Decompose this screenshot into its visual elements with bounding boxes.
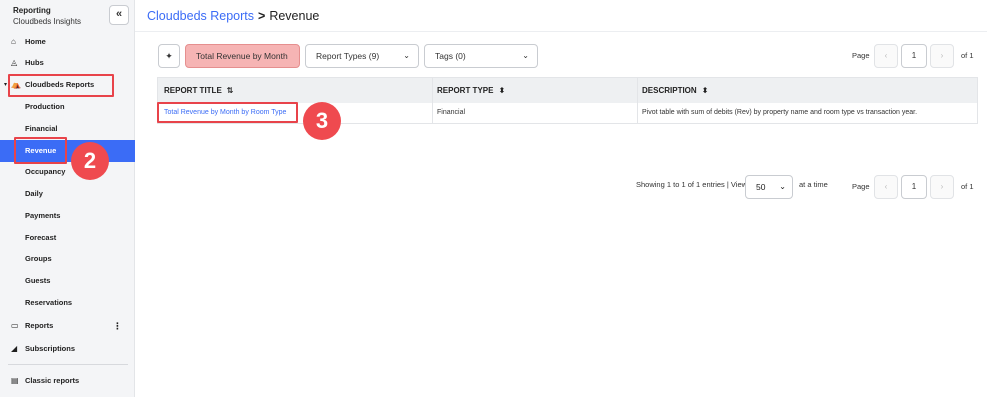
reports-icon: ▭ [11, 321, 19, 330]
app-title: Reporting [13, 6, 51, 15]
sidebar-item-financial[interactable]: Financial [0, 118, 135, 140]
sidebar-item-label: Cloudbeds Reports [25, 80, 95, 89]
sidebar-item-occupancy[interactable]: Occupancy [0, 161, 135, 183]
header-divider [135, 31, 987, 32]
column-header-report-title[interactable]: REPORT TITLE ⇅ [164, 78, 233, 103]
chevron-down-icon: ⌄ [522, 51, 529, 60]
breadcrumb: Cloudbeds Reports > Revenue [147, 9, 319, 23]
pagination-top: Page ‹ 1 › of 1 [852, 44, 982, 68]
sidebar-item-label: Reservations [25, 298, 73, 307]
sidebar-item-label: Subscriptions [25, 344, 76, 353]
column-header-description[interactable]: DESCRIPTION ⬍ [642, 78, 708, 103]
sidebar-item-label: Home [25, 37, 46, 46]
per-page-value: 50 [756, 182, 766, 192]
next-page-button[interactable]: › [930, 175, 954, 199]
column-header-report-type[interactable]: REPORT TYPE ⬍ [437, 78, 505, 103]
sidebar-item-label: Financial [25, 124, 58, 133]
page-label: Page [852, 51, 870, 60]
sidebar-item-label: Daily [25, 189, 43, 198]
sidebar-item-label: Forecast [25, 233, 57, 242]
column-header-label: DESCRIPTION [642, 86, 697, 95]
page-title: Revenue [269, 9, 320, 23]
page-number-input[interactable]: 1 [901, 44, 927, 68]
sidebar-item-daily[interactable]: Daily [0, 183, 135, 205]
sidebar: Reporting Cloudbeds Insights « ⌂ Home ◬ … [0, 0, 135, 397]
sidebar-item-label: Groups [25, 254, 52, 263]
app-brand: Reporting Cloudbeds Insights [13, 6, 103, 27]
per-page-select[interactable]: 50 ⌄ [745, 175, 793, 199]
sparkle-icon: ✦ [165, 51, 173, 61]
search-input[interactable]: Total Revenue by Month [185, 44, 300, 68]
sidebar-item-label: Classic reports [25, 376, 80, 385]
app-subtitle: Cloudbeds Insights [13, 17, 82, 26]
sort-ascending-icon: ⇅ [226, 86, 234, 95]
table-header: REPORT TITLE ⇅ REPORT TYPE ⬍ DESCRIPTION ⬍ [158, 78, 977, 103]
tags-label: Tags (0) [435, 51, 466, 61]
send-icon: ◢ [11, 344, 18, 353]
tags-dropdown[interactable]: Tags (0) ⌄ [424, 44, 538, 68]
sidebar-item-forecast[interactable]: Forecast [0, 227, 135, 249]
breadcrumb-parent-link[interactable]: Cloudbeds Reports [147, 9, 254, 23]
report-title-link[interactable]: Total Revenue by Month by Room Type [164, 103, 286, 123]
page-label: Page [852, 182, 870, 191]
description-cell: Pivot table with sum of debits (Rev) by … [642, 109, 918, 116]
pagination-bottom: Page ‹ 1 › of 1 [852, 175, 982, 199]
at-a-time-label: at a time [799, 180, 828, 189]
next-page-button[interactable]: › [930, 44, 954, 68]
classic-reports-icon: ▤ [11, 376, 19, 385]
chevron-down-icon: ⌄ [779, 182, 786, 191]
sort-icon: ⬍ [701, 86, 709, 95]
sidebar-item-revenue[interactable]: Revenue [0, 140, 135, 162]
report-type-cell: Financial [437, 109, 466, 116]
sidebar-item-home[interactable]: ⌂ Home [0, 31, 135, 53]
collapse-sidebar-button[interactable]: « [109, 5, 129, 25]
step-badge-2: 2 [71, 142, 109, 180]
page-total-label: of 1 [961, 51, 974, 60]
chevron-down-icon: ⌄ [403, 51, 410, 60]
sidebar-divider [8, 364, 128, 365]
page-total-label: of 1 [961, 182, 974, 191]
home-icon: ⌂ [11, 37, 16, 46]
column-header-label: REPORT TYPE [437, 86, 494, 95]
chevron-down-icon: ▾ [4, 82, 8, 88]
report-types-label: Report Types (9) [316, 51, 380, 61]
prev-page-button[interactable]: ‹ [874, 175, 898, 199]
reports-table: REPORT TITLE ⇅ REPORT TYPE ⬍ DESCRIPTION ⬍ … [157, 77, 978, 124]
sidebar-item-label: Hubs [25, 58, 44, 67]
sidebar-item-guests[interactable]: Guests [0, 270, 135, 292]
sidebar-item-label: Payments [25, 211, 61, 220]
more-options-icon[interactable]: ⋮ [113, 315, 122, 337]
report-types-dropdown[interactable]: Report Types (9) ⌄ [305, 44, 419, 68]
sidebar-item-classic-reports[interactable]: ▤ Classic reports [0, 370, 135, 392]
sidebar-item-label: Production [25, 102, 65, 111]
sidebar-item-subscriptions[interactable]: ◢ Subscriptions [0, 338, 135, 360]
ai-sparkle-button[interactable]: ✦ [158, 44, 180, 68]
sidebar-item-production[interactable]: Production [0, 96, 135, 118]
column-header-label: REPORT TITLE [164, 86, 222, 95]
sidebar-item-label: Occupancy [25, 167, 66, 176]
sidebar-item-label: Reports [25, 321, 54, 330]
sidebar-item-reports[interactable]: ▭ Reports ⋮ [0, 315, 135, 337]
table-row: Total Revenue by Month by Room Type Fina… [158, 103, 977, 123]
sidebar-item-hubs[interactable]: ◬ Hubs [0, 52, 135, 74]
breadcrumb-separator: > [258, 9, 266, 23]
sidebar-item-label: Revenue [25, 146, 57, 155]
step-badge-3: 3 [303, 102, 341, 140]
sidebar-item-reservations[interactable]: Reservations [0, 292, 135, 314]
hubs-icon: ◬ [11, 58, 18, 67]
entries-info: Showing 1 to 1 of 1 entries | View [636, 180, 748, 189]
sort-icon: ⬍ [498, 86, 506, 95]
sidebar-item-groups[interactable]: Groups [0, 248, 135, 270]
page-number-input[interactable]: 1 [901, 175, 927, 199]
sidebar-item-payments[interactable]: Payments [0, 205, 135, 227]
prev-page-button[interactable]: ‹ [874, 44, 898, 68]
sidebar-item-cloudbeds-reports[interactable]: ▾ ⛺ Cloudbeds Reports [0, 74, 135, 96]
folder-icon: ⛺ [11, 80, 21, 89]
sidebar-item-label: Guests [25, 276, 51, 285]
